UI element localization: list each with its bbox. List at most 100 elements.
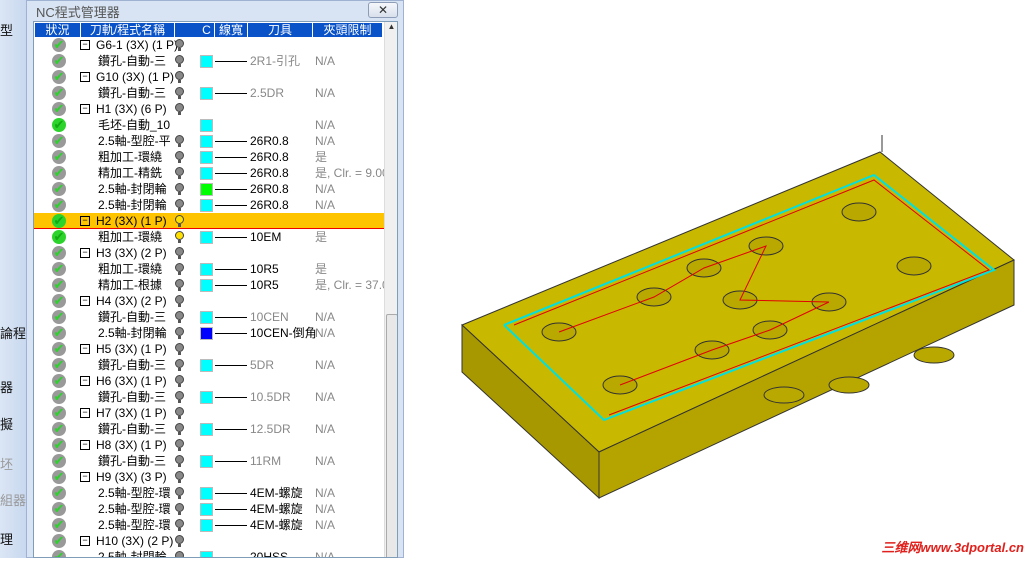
lightbulb-icon[interactable] [175, 471, 184, 483]
lightbulb-icon[interactable] [175, 439, 184, 451]
tree-operation-row[interactable]: ✔ 鑽孔-自動-三 12.5DR N/A [34, 421, 384, 437]
lightbulb-icon[interactable] [175, 519, 184, 531]
left-strip-item[interactable]: 器 [0, 377, 13, 396]
3d-viewport[interactable]: 三维网www.3dportal.cn [404, 0, 1028, 558]
color-swatch[interactable] [200, 279, 213, 292]
tree-group-row[interactable]: ✔ − H9 (3X) (3 P) [34, 469, 384, 485]
lightbulb-icon[interactable] [175, 199, 184, 211]
lightbulb-icon[interactable] [175, 103, 184, 115]
collapse-icon[interactable]: − [80, 216, 90, 226]
tree-operation-row[interactable]: ✔ 2.5軸-型腔-環 4EM-螺旋 N/A [34, 485, 384, 501]
left-strip-item[interactable]: 組器 [0, 490, 26, 509]
close-button[interactable]: ✕ [368, 2, 398, 18]
collapse-icon[interactable]: − [80, 440, 90, 450]
color-swatch[interactable] [200, 119, 213, 132]
lightbulb-icon[interactable] [175, 215, 184, 227]
lightbulb-icon[interactable] [175, 503, 184, 515]
lightbulb-icon[interactable] [175, 135, 184, 147]
color-swatch[interactable] [200, 455, 213, 468]
color-swatch[interactable] [200, 519, 213, 532]
left-strip-item[interactable]: 型 [0, 20, 13, 39]
lightbulb-icon[interactable] [175, 343, 184, 355]
lightbulb-icon[interactable] [175, 423, 184, 435]
collapse-icon[interactable]: − [80, 104, 90, 114]
tree-operation-row[interactable]: ✔ 鑽孔-自動-三 5DR N/A [34, 357, 384, 373]
tree-operation-row[interactable]: ✔ 毛坯-自動_10 N/A [34, 117, 384, 133]
lightbulb-icon[interactable] [175, 87, 184, 99]
tree-group-row[interactable]: ✔ − H5 (3X) (1 P) [34, 341, 384, 357]
tree-operation-row[interactable]: ✔ 粗加工-環繞 26R0.8 是 [34, 149, 384, 165]
collapse-icon[interactable]: − [80, 536, 90, 546]
tree-group-row[interactable]: ✔ − H8 (3X) (1 P) [34, 437, 384, 453]
tree-operation-row[interactable]: ✔ 精加工-根據 10R5 是, Clr. = 37.0 [34, 277, 389, 293]
tree-operation-row[interactable]: ✔ 2.5軸-封閉輪 20HSS N/A [34, 549, 384, 557]
lightbulb-icon[interactable] [175, 487, 184, 499]
lightbulb-icon[interactable] [175, 247, 184, 259]
col-name[interactable]: 刀軌/程式名稱 [81, 23, 175, 37]
collapse-icon[interactable]: − [80, 376, 90, 386]
color-swatch[interactable] [200, 135, 213, 148]
lightbulb-icon[interactable] [175, 279, 184, 291]
lightbulb-icon[interactable] [175, 359, 184, 371]
left-strip-item[interactable]: 理 [0, 529, 13, 548]
collapse-icon[interactable]: − [80, 296, 90, 306]
collapse-icon[interactable]: − [80, 40, 90, 50]
tree-group-row[interactable]: ✔ − G10 (3X) (1 P) [34, 69, 384, 85]
col-tool[interactable]: 刀具 [248, 23, 313, 37]
collapse-icon[interactable]: − [80, 248, 90, 258]
col-color[interactable]: C [199, 23, 215, 37]
tree-operation-row[interactable]: ✔ 2.5軸-封閉輪 26R0.8 N/A [34, 197, 384, 213]
tree-operation-row[interactable]: ✔ 2.5軸-型腔-環 4EM-螺旋 N/A [34, 517, 384, 533]
color-swatch[interactable] [200, 167, 213, 180]
tree-operation-row[interactable]: ✔ 鑽孔-自動-三 11RM N/A [34, 453, 384, 469]
lightbulb-icon[interactable] [175, 407, 184, 419]
tree-group-row[interactable]: ✔ − H1 (3X) (6 P) [34, 101, 384, 117]
tree-operation-row[interactable]: ✔ 2.5軸-型腔-環 4EM-螺旋 N/A [34, 501, 384, 517]
collapse-icon[interactable]: − [80, 408, 90, 418]
collapse-icon[interactable]: − [80, 72, 90, 82]
tree-operation-row[interactable]: ✔ 鑽孔-自動-三 10CEN N/A [34, 309, 384, 325]
lightbulb-icon[interactable] [175, 535, 184, 547]
tree-operation-row[interactable]: ✔ 粗加工-環繞 10EM 是 [34, 229, 384, 245]
lightbulb-icon[interactable] [175, 55, 184, 67]
tree-operation-row[interactable]: ✔ 鑽孔-自動-三 2R1-引孔 N/A [34, 53, 384, 69]
tree-operation-row[interactable]: ✔ 2.5軸-封閉輪 26R0.8 N/A [34, 181, 384, 197]
color-swatch[interactable] [200, 551, 213, 557]
scrollbar-thumb[interactable] [386, 314, 397, 557]
lightbulb-icon[interactable] [175, 455, 184, 467]
lightbulb-icon[interactable] [175, 151, 184, 163]
lightbulb-icon[interactable] [175, 375, 184, 387]
tree-group-row[interactable]: ✔ − G6-1 (3X) (1 P) [34, 37, 384, 53]
lightbulb-icon[interactable] [175, 183, 184, 195]
lightbulb-icon[interactable] [175, 391, 184, 403]
left-strip-item[interactable]: 論程 [0, 323, 26, 342]
tree-operation-row[interactable]: ✔ 2.5軸-封閉輪 10CEN-倒角 N/A [34, 325, 384, 341]
color-swatch[interactable] [200, 311, 213, 324]
lightbulb-icon[interactable] [175, 327, 184, 339]
col-status[interactable]: 狀況 [35, 23, 81, 37]
color-swatch[interactable] [200, 55, 213, 68]
tree-operation-row[interactable]: ✔ 鑽孔-自動-三 2.5DR N/A [34, 85, 384, 101]
collapse-icon[interactable]: − [80, 472, 90, 482]
lightbulb-icon[interactable] [175, 71, 184, 83]
tree-group-row[interactable]: ✔ − H3 (3X) (2 P) [34, 245, 384, 261]
tree-group-row[interactable]: ✔ − H7 (3X) (1 P) [34, 405, 384, 421]
col-linewidth[interactable]: 線寬 [215, 23, 248, 37]
col-holder-limit[interactable]: 夾頭限制 [313, 23, 383, 37]
tree-group-row[interactable]: ✔ − H2 (3X) (1 P) [34, 213, 384, 229]
color-swatch[interactable] [200, 423, 213, 436]
tree-group-row[interactable]: ✔ − H6 (3X) (1 P) [34, 373, 384, 389]
tree-group-row[interactable]: ✔ − H10 (3X) (2 P) [34, 533, 384, 549]
lightbulb-icon[interactable] [175, 263, 184, 275]
color-swatch[interactable] [200, 151, 213, 164]
left-strip-item[interactable]: 擬 [0, 414, 13, 433]
color-swatch[interactable] [200, 87, 213, 100]
color-swatch[interactable] [200, 263, 213, 276]
tree-operation-row[interactable]: ✔ 2.5軸-型腔-平 26R0.8 N/A [34, 133, 384, 149]
lightbulb-icon[interactable] [175, 39, 184, 51]
collapse-icon[interactable]: − [80, 344, 90, 354]
color-swatch[interactable] [200, 231, 213, 244]
color-swatch[interactable] [200, 503, 213, 516]
tree-operation-row[interactable]: ✔ 鑽孔-自動-三 10.5DR N/A [34, 389, 384, 405]
color-swatch[interactable] [200, 487, 213, 500]
